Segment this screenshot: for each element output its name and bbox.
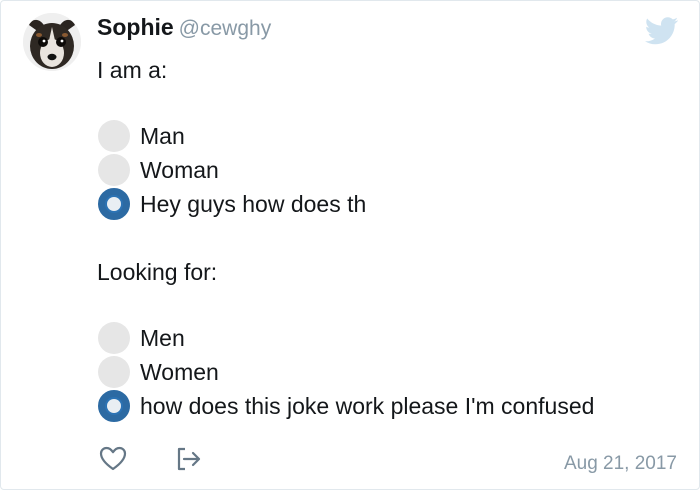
radio-selected-icon[interactable] [98,188,130,220]
twitter-bird-icon[interactable] [645,17,679,45]
option-label: Hey guys how does th [140,190,367,217]
user-handle[interactable]: @cewghy [179,17,272,40]
share-icon[interactable] [173,444,203,474]
poll2-option-women[interactable]: Women [98,356,219,388]
avatar[interactable] [23,13,81,71]
radio-selected-icon[interactable] [98,390,130,422]
option-label: how does this joke work please I'm confu… [140,392,595,419]
poll1-option-woman[interactable]: Woman [98,154,219,186]
radio-unselected-icon[interactable] [98,356,130,388]
poll2-option-men[interactable]: Men [98,322,185,354]
section-heading: Looking for: [97,259,218,285]
radio-unselected-icon[interactable] [98,154,130,186]
option-label: Woman [140,156,219,183]
intro-text: I am a: [97,57,168,83]
option-label: Man [140,122,185,149]
tweet-date[interactable]: Aug 21, 2017 [564,453,677,475]
radio-unselected-icon[interactable] [98,322,130,354]
poll1-option-other[interactable]: Hey guys how does th [98,188,366,220]
poll2-option-other[interactable]: how does this joke work please I'm confu… [98,390,594,422]
poll1-option-man[interactable]: Man [98,120,185,152]
user-name-row: Sophie @cewghy [97,14,271,41]
avatar-dog-image [23,13,81,71]
option-label: Men [140,324,185,351]
tweet-card: Sophie @cewghy I am a: Man Woman Hey guys… [0,0,700,490]
heart-icon[interactable] [98,444,128,474]
display-name[interactable]: Sophie [97,14,174,40]
option-label: Women [140,358,219,385]
radio-unselected-icon[interactable] [98,120,130,152]
